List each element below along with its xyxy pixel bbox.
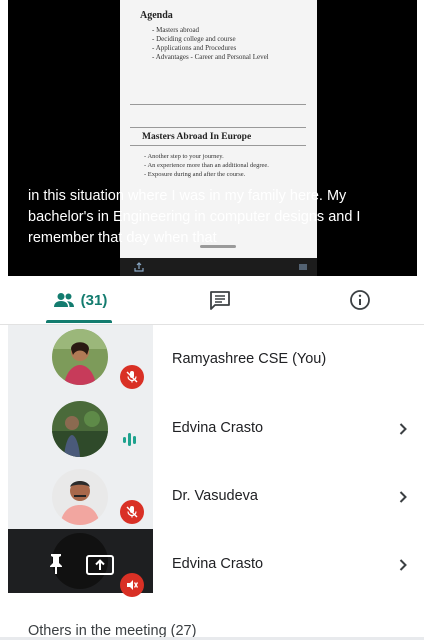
active-tab-indicator [46,320,112,323]
pin-icon[interactable] [48,553,64,575]
mic-off-icon [120,365,144,389]
slide-section-item: Exposure during and after the course. [144,170,269,179]
people-icon [53,293,74,307]
tab-info[interactable] [340,276,380,324]
slide-divider [130,127,306,128]
participant-row[interactable]: Edvina Crasto [0,393,424,461]
caption-line: remember that day when that [28,230,217,246]
participant-name: Edvina Crasto [172,420,264,436]
chevron-right-icon [399,559,407,571]
avatar [52,401,108,457]
avatar [52,329,108,385]
participant-row[interactable]: Edvina Crasto [0,529,424,597]
slide-agenda-list: Masters abroad Deciding college and cour… [152,26,269,62]
panel-tabs: (31) [0,276,424,325]
chevron-right-icon [399,423,407,435]
slide-agenda-item: Applications and Procedures [152,44,269,53]
menu-icon [298,262,308,272]
participant-name: Edvina Crasto [172,556,264,572]
chevron-right-icon [399,491,407,503]
slide-agenda-item: Deciding college and course [152,35,269,44]
slide-divider [130,145,306,146]
slide-agenda-title: Agenda [140,10,173,21]
present-screen-icon [86,555,114,575]
participant-name: Dr. Vasudeva [172,488,258,504]
participant-count: (31) [80,291,108,309]
participant-name: Ramyashree CSE (You) [172,351,327,367]
chat-icon [210,291,230,310]
live-captions: in this situation where I was in my fami… [28,186,417,249]
slide-agenda-item: Advantages - Career and Personal Level [152,53,269,62]
share-icon [134,262,144,272]
slide-section-item: An experience more than an additional de… [144,161,268,170]
slide-divider [130,104,306,105]
info-icon [350,290,370,310]
speaking-indicator [123,433,136,446]
slide-section-item: Another step to your journey. [144,152,269,161]
tab-chat[interactable] [200,276,240,324]
participant-row[interactable]: Ramyashree CSE (You) [0,325,424,393]
caption-line: bachelor's in Engineering in computer de… [28,209,361,225]
tab-people[interactable]: (31) [30,276,130,324]
presentation-video[interactable]: Agenda Masters abroad Deciding college a… [8,0,417,276]
volume-off-icon [120,573,144,597]
mic-off-icon [120,500,144,524]
slide-agenda-item: Masters abroad [152,26,269,35]
slide-section-list: Another step to your journey. An experie… [144,152,269,179]
avatar [52,469,108,525]
slide-section-title: Masters Abroad In Europe [142,132,252,142]
caption-line: in this situation where I was in my fami… [28,188,347,204]
participant-row[interactable]: Dr. Vasudeva [0,461,424,529]
divider [0,637,424,640]
participant-list: Ramyashree CSE (You) Edvina Crasto Dr. V… [0,325,424,640]
slide-toolbar [120,258,317,276]
